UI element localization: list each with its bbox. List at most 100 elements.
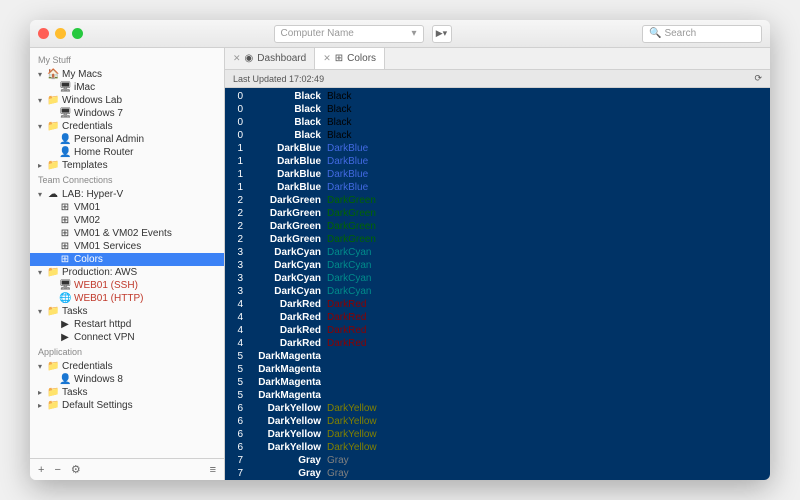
terminal-row: 5DarkMagenta	[229, 350, 766, 363]
item-icon: 🖥	[59, 280, 71, 291]
tree-item[interactable]: ⊞VM01	[30, 201, 224, 214]
disclosure-icon[interactable]: ▾	[36, 307, 44, 316]
tree-item[interactable]: 🖥WEB01 (SSH)	[30, 279, 224, 292]
item-label: WEB01 (HTTP)	[74, 293, 218, 304]
disclosure-icon[interactable]: ▾	[36, 362, 44, 371]
item-label: Windows Lab	[62, 95, 218, 106]
tab-icon: ◉	[245, 53, 254, 64]
disclosure-icon[interactable]: ▸	[36, 161, 44, 170]
item-icon: ⊞	[59, 241, 71, 252]
tab-label: Colors	[347, 53, 376, 64]
terminal-row: 0BlackBlack	[229, 129, 766, 142]
close-icon[interactable]	[38, 28, 49, 39]
tree-item[interactable]: ▶Connect VPN	[30, 331, 224, 344]
item-icon: ⊞	[59, 254, 71, 265]
item-icon: ⊞	[59, 215, 71, 226]
tree-item[interactable]: ⊞VM01 & VM02 Events	[30, 227, 224, 240]
remove-button[interactable]: −	[54, 464, 60, 476]
tree-item[interactable]: 🖥iMac	[30, 81, 224, 94]
tree-item[interactable]: 👤Home Router	[30, 146, 224, 159]
terminal-row: 5DarkMagenta	[229, 363, 766, 376]
item-label: Windows 8	[74, 374, 218, 385]
tree-item[interactable]: ▸📁Tasks	[30, 386, 224, 399]
disclosure-icon[interactable]: ▾	[36, 96, 44, 105]
address-field[interactable]: Computer Name▾	[274, 25, 424, 43]
item-icon: 📁	[47, 400, 59, 411]
terminal-row: 3DarkCyanDarkCyan	[229, 272, 766, 285]
tree-item[interactable]: ⊞Colors	[30, 253, 224, 266]
tree-item[interactable]: ▾📁Credentials	[30, 120, 224, 133]
item-icon: ⊞	[59, 202, 71, 213]
play-button[interactable]: ▶▾	[432, 25, 452, 43]
terminal-row: 5DarkMagenta	[229, 389, 766, 402]
app-window: Computer Name▾ ▶▾ 🔍Search My Stuff▾🏠My M…	[30, 20, 770, 480]
terminal-row: 0BlackBlack	[229, 116, 766, 129]
titlebar: Computer Name▾ ▶▾ 🔍Search	[30, 20, 770, 48]
tree-item[interactable]: ⊞VM01 Services	[30, 240, 224, 253]
terminal-row: 2DarkGreenDarkGreen	[229, 220, 766, 233]
item-label: Windows 7	[74, 108, 218, 119]
close-tab-icon[interactable]: ✕	[323, 53, 331, 64]
add-button[interactable]: +	[38, 464, 44, 476]
item-label: LAB: Hyper-V	[62, 189, 218, 200]
item-icon: ⊞	[59, 228, 71, 239]
terminal-output[interactable]: 0BlackBlack0BlackBlack0BlackBlack0BlackB…	[225, 88, 770, 480]
terminal-row: 4DarkRedDarkRed	[229, 298, 766, 311]
terminal-row: 2DarkGreenDarkGreen	[229, 194, 766, 207]
tree-item[interactable]: ▾📁Production: AWS	[30, 266, 224, 279]
disclosure-icon[interactable]: ▾	[36, 190, 44, 199]
item-icon: ☁	[47, 189, 59, 200]
item-icon: 📁	[47, 267, 59, 278]
item-label: Restart httpd	[74, 319, 218, 330]
disclosure-icon[interactable]: ▾	[36, 122, 44, 131]
terminal-row: 4DarkRedDarkRed	[229, 324, 766, 337]
terminal-row: 1DarkBlueDarkBlue	[229, 181, 766, 194]
tab-label: Dashboard	[257, 53, 306, 64]
tree-section-header: Application	[30, 344, 224, 360]
terminal-row: 6DarkYellowDarkYellow	[229, 402, 766, 415]
search-input[interactable]: 🔍Search	[642, 25, 762, 43]
tree-item[interactable]: 👤Windows 8	[30, 373, 224, 386]
terminal-row: 5DarkMagenta	[229, 376, 766, 389]
tree-item[interactable]: ▶Restart httpd	[30, 318, 224, 331]
tree-item[interactable]: 🖥Windows 7	[30, 107, 224, 120]
tree[interactable]: My Stuff▾🏠My Macs🖥iMac▾📁Windows Lab🖥Wind…	[30, 48, 224, 458]
disclosure-icon[interactable]: ▾	[36, 268, 44, 277]
item-label: VM01	[74, 202, 218, 213]
tree-item[interactable]: 🌐WEB01 (HTTP)	[30, 292, 224, 305]
tree-item[interactable]: ▾☁LAB: Hyper-V	[30, 188, 224, 201]
zoom-icon[interactable]	[72, 28, 83, 39]
minimize-icon[interactable]	[55, 28, 66, 39]
tree-item[interactable]: ▸📁Default Settings	[30, 399, 224, 412]
item-label: Tasks	[62, 387, 218, 398]
disclosure-icon[interactable]: ▸	[36, 388, 44, 397]
terminal-row: 3DarkCyanDarkCyan	[229, 259, 766, 272]
tree-section-header: My Stuff	[30, 52, 224, 68]
tree-item[interactable]: ▾📁Tasks	[30, 305, 224, 318]
disclosure-icon[interactable]: ▾	[36, 70, 44, 79]
menu-icon[interactable]: ≡	[210, 464, 216, 476]
item-label: Credentials	[62, 361, 218, 372]
tab[interactable]: ✕⊞Colors	[315, 48, 385, 69]
close-tab-icon[interactable]: ✕	[233, 53, 241, 64]
terminal-row: 3DarkCyanDarkCyan	[229, 285, 766, 298]
item-label: Default Settings	[62, 400, 218, 411]
item-label: Templates	[62, 160, 218, 171]
gear-icon[interactable]: ⚙	[71, 463, 81, 476]
tree-item[interactable]: ▾🏠My Macs	[30, 68, 224, 81]
tab[interactable]: ✕ ◉Dashboard	[225, 48, 315, 69]
item-icon: 👤	[59, 134, 71, 145]
reload-icon[interactable]: ⟳	[754, 73, 762, 84]
terminal-row: 4DarkRedDarkRed	[229, 311, 766, 324]
tree-item[interactable]: ▾📁Windows Lab	[30, 94, 224, 107]
tree-item[interactable]: ▾📁Credentials	[30, 360, 224, 373]
item-label: Home Router	[74, 147, 218, 158]
toolbar: Computer Name▾ ▶▾	[89, 25, 636, 43]
item-label: iMac	[74, 82, 218, 93]
tree-item[interactable]: ⊞VM02	[30, 214, 224, 227]
terminal-row: 0BlackBlack	[229, 90, 766, 103]
tree-item[interactable]: 👤Personal Admin	[30, 133, 224, 146]
disclosure-icon[interactable]: ▸	[36, 401, 44, 410]
item-label: Tasks	[62, 306, 218, 317]
tree-item[interactable]: ▸📁Templates	[30, 159, 224, 172]
